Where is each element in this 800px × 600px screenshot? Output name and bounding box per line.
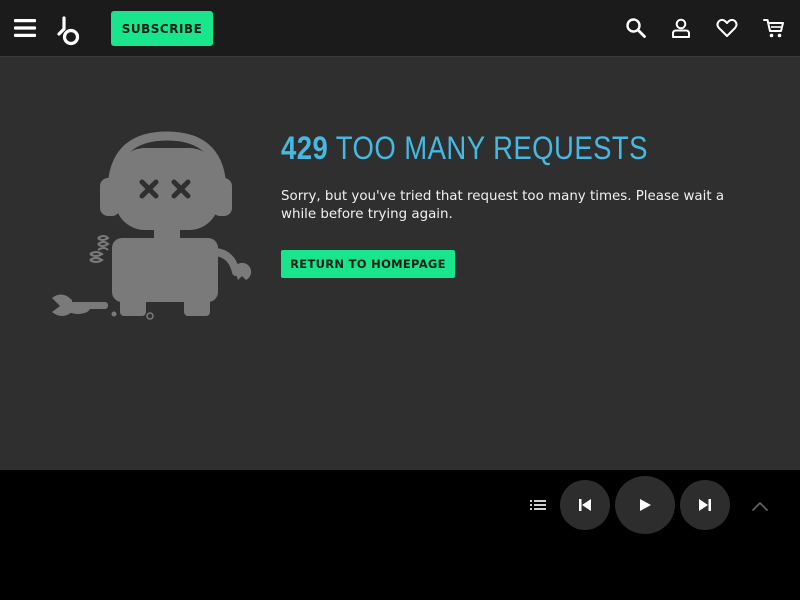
cart-icon[interactable] (762, 16, 786, 40)
error-title: TOO MANY REQUESTS (335, 130, 648, 166)
error-message: Sorry, but you've tried that request too… (281, 189, 725, 222)
account-icon[interactable] (669, 16, 693, 40)
top-navigation-bar: SUBSCRIBE (0, 0, 800, 57)
player-bar (0, 470, 800, 600)
queue-icon[interactable] (527, 494, 549, 516)
previous-icon (579, 499, 591, 511)
search-icon[interactable] (624, 16, 648, 40)
error-heading: 429 TOO MANY REQUESTS (281, 130, 648, 167)
subscribe-button[interactable]: SUBSCRIBE (111, 11, 213, 46)
heart-icon[interactable] (715, 16, 739, 40)
play-icon (640, 499, 651, 511)
broken-robot-illustration (50, 130, 256, 322)
return-to-homepage-button[interactable]: RETURN TO HOMEPAGE (281, 250, 455, 278)
play-button[interactable] (615, 476, 675, 534)
error-code: 429 (281, 130, 329, 166)
menu-icon[interactable] (12, 14, 38, 42)
chevron-up-icon[interactable] (748, 494, 772, 518)
next-icon (699, 499, 711, 511)
next-button[interactable] (680, 480, 730, 530)
beatport-logo[interactable] (54, 15, 84, 47)
previous-button[interactable] (560, 480, 610, 530)
